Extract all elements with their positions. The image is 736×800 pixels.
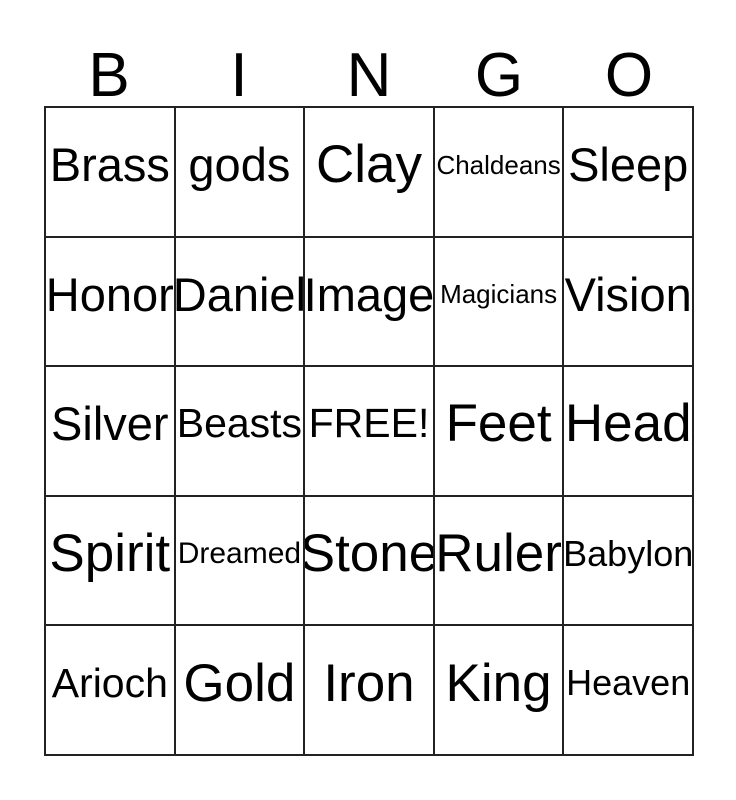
bingo-cell-label: Dreamed <box>177 536 302 570</box>
bingo-cell[interactable]: Babylon <box>564 496 694 627</box>
bingo-cell[interactable]: Clay <box>305 108 435 238</box>
bingo-cell-label: Sleep <box>568 138 689 192</box>
bingo-cell-label: Ruler <box>435 524 562 584</box>
bingo-card: B I N G O Brass gods Clay Chaldeans Sleep Hon… <box>0 0 736 800</box>
bingo-grid: Brass gods Clay Chaldeans Sleep Honor Daniel Im… <box>44 106 694 756</box>
header-letter-i: I <box>230 41 248 111</box>
bingo-cell[interactable]: Dreamed <box>175 496 306 627</box>
bingo-cell-label: Honor <box>46 267 174 321</box>
bingo-cell[interactable]: Daniel <box>175 237 306 368</box>
header-letter-o: O <box>604 41 654 111</box>
bingo-cell[interactable]: Iron <box>305 626 435 756</box>
bingo-cell[interactable]: Beasts <box>175 367 306 497</box>
bingo-cell-label: Brass <box>49 138 170 192</box>
bingo-cell-label: Magicians <box>440 279 558 310</box>
bingo-cell-label: Vision <box>564 267 692 321</box>
bingo-cell[interactable]: Sleep <box>564 108 694 238</box>
bingo-cell[interactable]: Feet <box>434 367 565 497</box>
bingo-cell[interactable]: Gold <box>175 626 306 756</box>
bingo-cell-label: Spirit <box>49 524 171 584</box>
bingo-cell[interactable]: Heaven <box>564 626 694 756</box>
bingo-cell-label: Feet <box>445 394 552 454</box>
bingo-cell[interactable]: Spirit <box>46 496 176 627</box>
bingo-cell-label: Head <box>564 394 692 454</box>
header-cell-n: N <box>304 24 434 111</box>
bingo-cell[interactable]: Ruler <box>434 496 565 627</box>
bingo-cell-label: Daniel <box>175 267 306 321</box>
bingo-cell[interactable]: Image <box>305 237 435 368</box>
bingo-cell-label: FREE! <box>308 400 430 447</box>
bingo-cell[interactable]: Brass <box>46 108 176 238</box>
bingo-cell-label: Image <box>305 267 435 321</box>
bingo-cell[interactable]: Vision <box>564 237 694 368</box>
bingo-cell-free[interactable]: FREE! <box>305 367 435 497</box>
bingo-cell[interactable]: gods <box>175 108 306 238</box>
bingo-cell[interactable]: Silver <box>46 367 176 497</box>
header-cell-o: O <box>564 24 694 111</box>
bingo-cell[interactable]: Stone <box>305 496 435 627</box>
bingo-cell-label: gods <box>188 138 291 192</box>
bingo-cell[interactable]: Magicians <box>434 237 565 368</box>
bingo-cell-label: Arioch <box>51 659 168 706</box>
bingo-header-row: B I N G O <box>44 24 694 111</box>
bingo-cell[interactable]: Chaldeans <box>434 108 565 238</box>
bingo-cell-label: Chaldeans <box>436 149 561 180</box>
bingo-cell-label: Stone <box>305 524 435 584</box>
bingo-cell-label: Gold <box>183 653 296 713</box>
header-cell-g: G <box>434 24 564 111</box>
header-letter-b: B <box>88 41 130 111</box>
bingo-cell-label: Silver <box>51 397 169 451</box>
bingo-cell[interactable]: Honor <box>46 237 176 368</box>
bingo-cell-label: Babylon <box>564 532 694 574</box>
bingo-cell[interactable]: Head <box>564 367 694 497</box>
bingo-cell-label: King <box>445 653 552 713</box>
bingo-cell[interactable]: King <box>434 626 565 756</box>
bingo-cell-label: Clay <box>315 135 422 195</box>
bingo-cell[interactable]: Arioch <box>46 626 176 756</box>
header-letter-n: N <box>346 41 392 111</box>
bingo-cell-label: Iron <box>323 653 415 713</box>
header-cell-b: B <box>44 24 174 111</box>
bingo-cell-label: Heaven <box>566 662 691 704</box>
bingo-cell-label: Beasts <box>176 400 303 447</box>
header-letter-g: G <box>474 41 524 111</box>
header-cell-i: I <box>174 24 304 111</box>
